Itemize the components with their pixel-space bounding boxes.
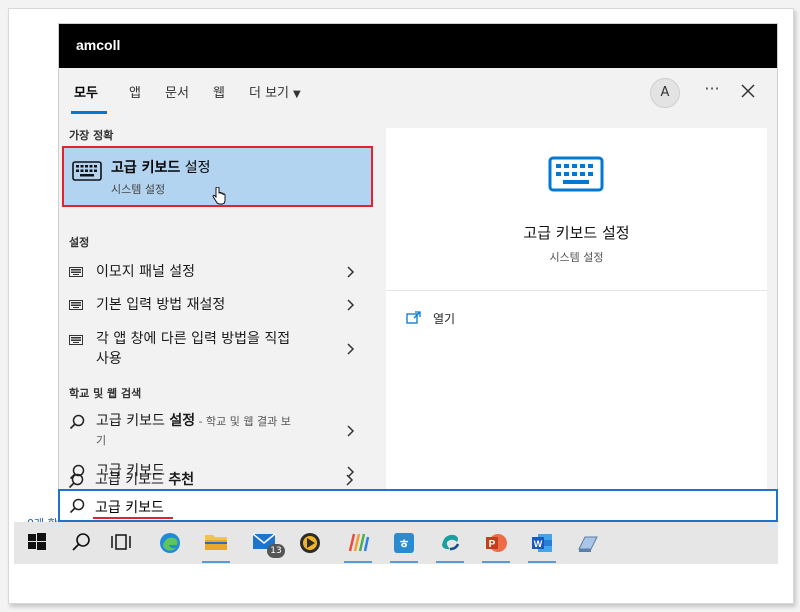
chevron-right-icon: [346, 474, 354, 486]
search-icon: [68, 473, 84, 489]
window-title: amcoll: [76, 37, 121, 53]
preview-title: 고급 키보드 설정: [523, 224, 630, 242]
web-result-label: 고급 키보드 설정 - 학교 및 웹 결과 보: [96, 413, 291, 429]
svg-text:P: P: [489, 539, 496, 550]
web-result-label: 고급 키보드 추천: [95, 472, 195, 488]
settings-item-label-line1: 각 앱 창에 다른 입력 방법을 직접: [96, 331, 291, 347]
search-panel: amcoll 모두 앱 문서 웹 더 보기 ▼ A ··· 가장 정확 고급 키…: [58, 23, 778, 493]
keyboard-large-icon: [548, 156, 604, 192]
preview-pane: 고급 키보드 설정 시스템 설정 열기: [386, 128, 767, 492]
tab-apps[interactable]: 앱: [129, 82, 141, 101]
search-box[interactable]: 고급 키보드: [58, 489, 778, 522]
best-match-title: 고급 키보드 설정: [111, 160, 211, 176]
more-options-button[interactable]: ···: [700, 79, 724, 103]
swirl-app-icon: [442, 534, 460, 551]
taskbar-search-button[interactable]: [62, 522, 102, 564]
folder-icon: [205, 535, 227, 550]
keyboard-small-icon: [69, 267, 83, 277]
task-view-button[interactable]: [102, 522, 142, 564]
chevron-right-icon: [347, 343, 355, 355]
tab-bar: 모두 앱 문서 웹 더 보기 ▼ A ···: [59, 68, 777, 118]
taskbar: 13 ㅎ P W: [14, 522, 778, 564]
svg-text:ㅎ: ㅎ: [398, 537, 409, 551]
keyboard-small-icon: [69, 300, 83, 310]
tab-more-label: 더 보기: [249, 86, 290, 101]
keyboard-icon: [72, 161, 102, 181]
start-button[interactable]: [18, 522, 58, 564]
taskbar-media-player[interactable]: [290, 522, 330, 564]
chevron-right-icon: [347, 425, 355, 437]
hangul-app-icon: ㅎ: [394, 533, 414, 553]
open-external-icon: [406, 311, 421, 324]
settings-item-label: 이모지 패널 설정: [96, 264, 196, 280]
section-web-search: 학교 및 웹 검색: [69, 387, 142, 400]
preview-divider: [386, 290, 767, 291]
close-button[interactable]: [735, 78, 761, 104]
spellcheck-underline: [93, 517, 173, 519]
web-result-settings[interactable]: 고급 키보드 설정 - 학교 및 웹 결과 보 기: [59, 411, 374, 455]
taskbar-mail[interactable]: 13: [244, 522, 285, 564]
chevron-right-icon: [347, 266, 355, 278]
tab-web[interactable]: 웹: [213, 82, 225, 101]
search-icon: [72, 533, 90, 551]
active-tab-indicator: [71, 111, 107, 114]
tab-all[interactable]: 모두: [74, 82, 98, 101]
chevron-right-icon: [347, 299, 355, 311]
search-query[interactable]: 고급 키보드: [95, 497, 164, 517]
settings-item-label-line2: 사용: [96, 351, 122, 367]
results-list: 가장 정확 고급 키보드 설정 시스템 설정 설정 이모지 패널 설정 기본 입…: [59, 118, 374, 492]
taskbar-app-colorful[interactable]: [338, 522, 378, 564]
tab-more[interactable]: 더 보기 ▼: [249, 82, 301, 101]
section-best-match: 가장 정확: [69, 129, 114, 142]
ellipsis-icon: ···: [704, 79, 720, 98]
edge-browser-icon: [160, 533, 180, 553]
keyboard-small-icon: [69, 335, 83, 345]
section-settings: 설정: [69, 236, 90, 249]
taskbar-word[interactable]: W: [522, 522, 562, 564]
avatar-letter: A: [660, 85, 670, 100]
taskbar-edge[interactable]: [150, 522, 190, 564]
web-result-sub-line2: 기: [96, 434, 107, 447]
close-icon: [741, 84, 755, 98]
best-match-result[interactable]: 고급 키보드 설정 시스템 설정: [62, 146, 373, 207]
taskbar-file-explorer[interactable]: [196, 522, 236, 564]
title-bar: amcoll: [59, 24, 777, 68]
web-result-recommend[interactable]: 고급 키보드 추천: [58, 470, 373, 489]
task-view-icon: [111, 534, 131, 550]
user-avatar-button[interactable]: A: [650, 78, 680, 108]
windows-logo-icon: [28, 533, 46, 550]
stripes-app-icon: [348, 533, 370, 552]
settings-item-emoji-panel[interactable]: 이모지 패널 설정: [59, 260, 374, 284]
tab-documents[interactable]: 문서: [165, 82, 189, 101]
taskbar-powerpoint[interactable]: P: [476, 522, 516, 564]
open-label: 열기: [433, 312, 456, 326]
hand-cursor-icon: [212, 187, 226, 205]
powerpoint-icon: P: [486, 534, 507, 552]
media-player-icon: [300, 533, 320, 553]
word-icon: W: [532, 534, 552, 552]
taskbar-hangul[interactable]: ㅎ: [384, 522, 424, 564]
settings-item-per-app-input[interactable]: 각 앱 창에 다른 입력 방법을 직접 사용: [59, 327, 374, 371]
search-icon: [69, 498, 85, 514]
taskbar-notes[interactable]: [568, 522, 608, 564]
svg-text:W: W: [534, 539, 543, 549]
taskbar-app-swirl[interactable]: [430, 522, 470, 564]
notes-app-icon: [578, 536, 598, 552]
mail-unread-badge: 13: [267, 544, 285, 558]
best-match-subtitle: 시스템 설정: [111, 183, 166, 196]
caret-down-icon: ▼: [293, 89, 301, 100]
search-icon: [69, 414, 85, 430]
settings-item-label: 기본 입력 방법 재설정: [96, 297, 226, 313]
preview-subtitle: 시스템 설정: [549, 251, 604, 264]
settings-item-reset-input[interactable]: 기본 입력 방법 재설정: [59, 293, 374, 317]
